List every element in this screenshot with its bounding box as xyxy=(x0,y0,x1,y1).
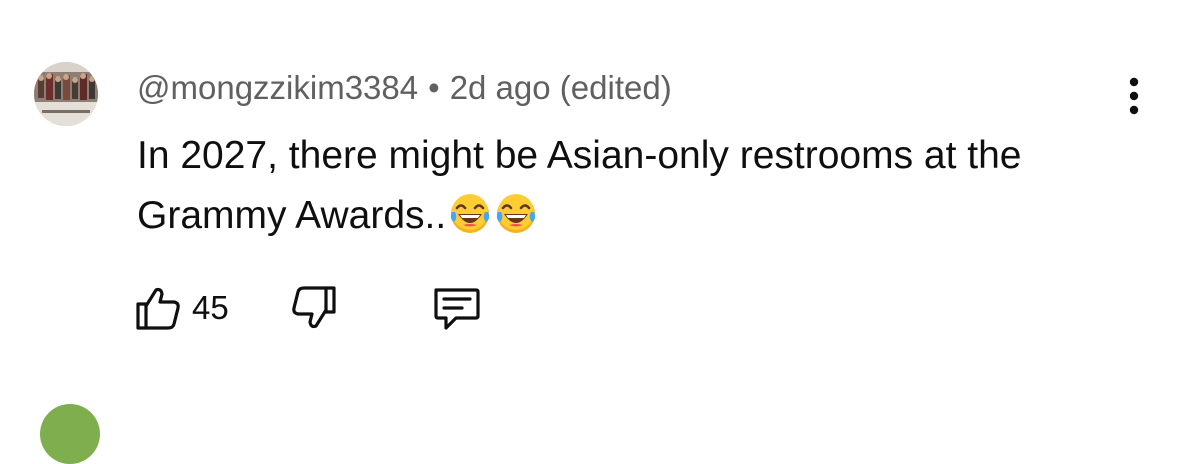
dislike-button[interactable] xyxy=(290,282,338,334)
timestamp[interactable]: 2d ago (edited) xyxy=(450,69,672,106)
comment-text-content: In 2027, there might be Asian-only restr… xyxy=(137,134,1022,237)
comment-text: In 2027, there might be Asian-only restr… xyxy=(137,126,1137,254)
username[interactable]: @mongzzikim3384 xyxy=(137,69,418,106)
next-comment-avatar[interactable] xyxy=(40,404,100,464)
comment-header: @mongzzikim3384 • 2d ago (edited) xyxy=(137,66,672,110)
more-vertical-icon xyxy=(1129,77,1139,115)
avatar-image xyxy=(34,62,98,126)
reply-button[interactable] xyxy=(430,282,482,334)
more-options-button[interactable] xyxy=(1116,72,1152,120)
like-count: 45 xyxy=(192,289,229,326)
like-button[interactable]: 45 xyxy=(134,282,229,334)
comment-item: @mongzzikim3384 • 2d ago (edited) In 2027,… xyxy=(0,0,1200,464)
meta-separator: • xyxy=(428,69,440,106)
thumbs-down-icon xyxy=(292,286,336,329)
thumbs-up-icon xyxy=(136,287,180,330)
laughing-emoji-icon xyxy=(448,192,492,254)
avatar[interactable] xyxy=(34,62,98,126)
reply-comment-icon xyxy=(434,288,480,330)
laughing-emoji-icon xyxy=(494,192,538,254)
